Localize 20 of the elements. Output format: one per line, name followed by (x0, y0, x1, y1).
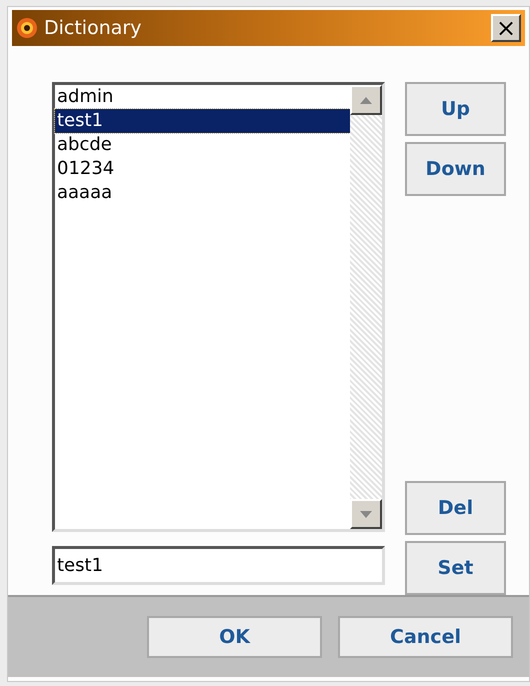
scroll-up-button[interactable] (350, 85, 382, 115)
set-button[interactable]: Set (405, 541, 506, 595)
window-title: Dictionary (44, 16, 142, 41)
input-field[interactable]: test1 (52, 546, 385, 585)
scrollbar[interactable] (350, 85, 382, 529)
list-item[interactable]: test1 (55, 109, 350, 133)
ok-button[interactable]: OK (147, 616, 322, 658)
up-arrow-icon (360, 96, 372, 104)
up-button[interactable]: Up (405, 82, 506, 136)
delete-button[interactable]: Del (405, 481, 506, 535)
down-button[interactable]: Down (405, 142, 506, 196)
app-icon (16, 17, 38, 39)
list-item[interactable]: abcde (55, 133, 350, 157)
cancel-button[interactable]: Cancel (338, 616, 513, 658)
list-item[interactable]: aaaaa (55, 181, 350, 205)
list-item[interactable]: 01234 (55, 157, 350, 181)
down-arrow-icon (360, 510, 372, 518)
list-item[interactable]: admin (55, 85, 350, 109)
close-button[interactable]: × (491, 14, 521, 42)
scroll-down-button[interactable] (350, 499, 382, 529)
